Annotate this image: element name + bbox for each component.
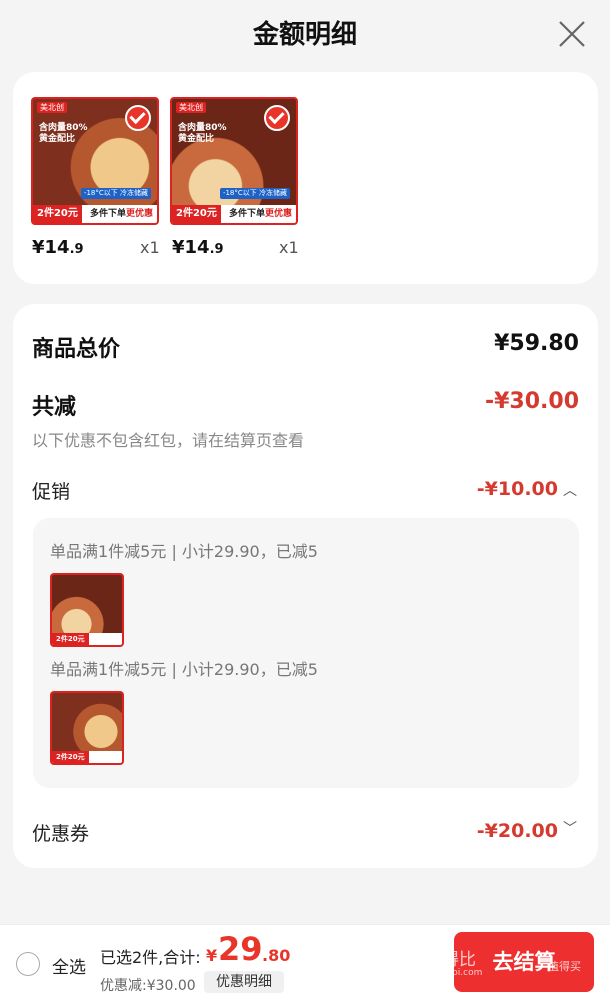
- product-headline: 含肉量80% 黄金配比: [39, 123, 88, 144]
- promo-label[interactable]: 促销: [32, 477, 70, 504]
- item-quantity: x1: [279, 238, 299, 257]
- promo-thumbnail: 2件20元: [50, 691, 124, 765]
- chevron-up-icon[interactable]: ︿: [563, 480, 577, 500]
- item-quantity: x1: [140, 238, 160, 257]
- product-thumbnail-1[interactable]: 美北创 含肉量80% 黄金配比 -18°C以下 冷冻储藏 2件20元 多件下单更…: [31, 97, 159, 225]
- promo-thumbnail: 2件20元: [50, 573, 124, 647]
- selected-summary: 已选2件,合计:: [100, 948, 201, 967]
- checkmark-icon: [125, 105, 151, 131]
- promo-line: 单品满1件减5元 | 小计29.90，已减5: [50, 542, 318, 561]
- coupon-label[interactable]: 优惠券: [32, 819, 89, 846]
- total-amount-decimal: .80: [262, 946, 291, 965]
- chevron-down-icon[interactable]: ﹀: [563, 818, 577, 838]
- watermark-right: 值得买: [548, 960, 581, 973]
- item-price: ¥14.9: [32, 237, 84, 258]
- total-amount: 29: [218, 930, 263, 968]
- coupon-value[interactable]: -¥20.00: [477, 820, 558, 842]
- discount-summary: 优惠减:¥30.00: [100, 978, 196, 994]
- brand-logo: 美北创: [37, 102, 67, 113]
- item-price: ¥14.9: [172, 237, 224, 258]
- reduce-label: 共减: [32, 395, 77, 420]
- watermark: 没得比: [425, 950, 476, 970]
- page-title: 金额明细: [252, 20, 357, 50]
- brand-logo: 美北创: [176, 102, 206, 113]
- total-currency: ¥: [206, 946, 218, 965]
- close-icon[interactable]: [556, 18, 588, 50]
- reduce-value: -¥30.00: [484, 389, 579, 414]
- checkmark-icon: [264, 105, 290, 131]
- promo-price-tag: 2件20元: [172, 205, 221, 223]
- storage-badge: -18°C以下 冷冻储藏: [219, 188, 290, 199]
- total-label: 商品总价: [32, 337, 121, 362]
- product-thumbnail-2[interactable]: 美北创 含肉量80% 黄金配比 -18°C以下 冷冻储藏 2件20元 多件下单更…: [170, 97, 298, 225]
- storage-badge: -18°C以下 冷冻储藏: [80, 188, 151, 199]
- select-all-radio[interactable]: [16, 952, 40, 976]
- discount-detail-button[interactable]: 优惠明细: [204, 971, 284, 993]
- promo-price-tag: 2件20元: [33, 205, 82, 223]
- product-headline: 含肉量80% 黄金配比: [178, 123, 227, 144]
- promo-value[interactable]: -¥10.00: [477, 478, 558, 500]
- promo-band-text: 多件下单更优惠: [89, 209, 153, 219]
- total-value: ¥59.80: [494, 331, 579, 356]
- header: 金额明细: [0, 0, 610, 70]
- promo-line: 单品满1件减5元 | 小计29.90，已减5: [50, 660, 318, 679]
- promo-band-text: 多件下单更优惠: [228, 209, 292, 219]
- watermark-url: Meidebi.com: [425, 968, 483, 978]
- select-all-label[interactable]: 全选: [52, 953, 86, 978]
- discount-note: 以下优惠不包含红包，请在结算页查看: [32, 431, 305, 450]
